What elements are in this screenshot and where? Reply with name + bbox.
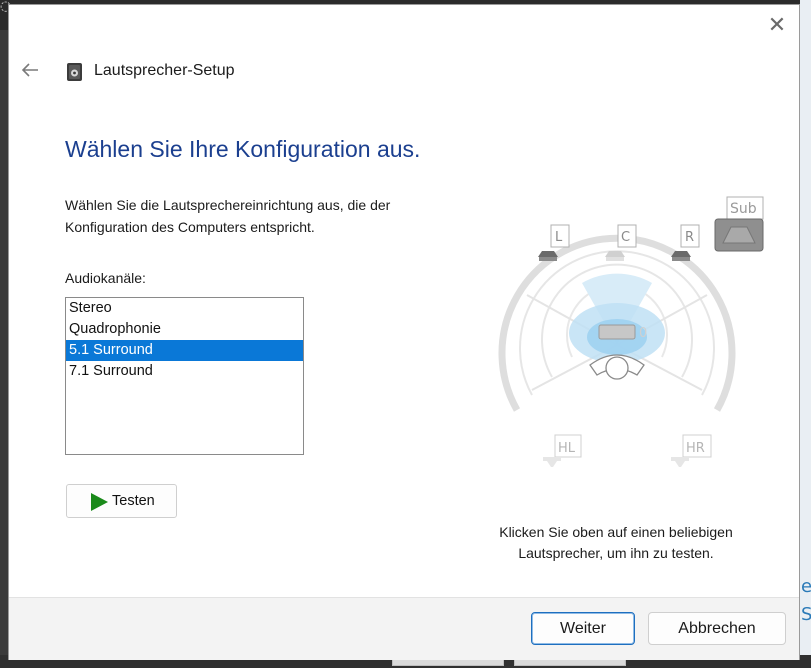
speaker-rear-left[interactable]: HL [543,434,582,467]
monitor-shape [598,324,636,340]
monitor-watermark: 0 [639,326,647,341]
next-button[interactable]: Weiter [531,612,635,645]
speaker-label-right: R [685,230,694,245]
audio-channels-label: Audiokanäle: [65,270,146,286]
speaker-rear-right[interactable]: HR [671,434,712,467]
back-arrow-icon[interactable] [19,59,41,81]
speaker-label-left: L [555,230,563,245]
channel-option-5-1-surround[interactable]: 5.1 Surround [66,340,303,361]
test-button[interactable]: Testen [66,484,177,518]
test-button-label: Testen [112,493,155,509]
cancel-button[interactable]: Abbrechen [648,612,786,645]
speaker-label-rear-left: HL [558,441,576,456]
edge-text-fragment: S [801,604,811,625]
speaker-label-rear-right: HR [686,441,705,456]
play-icon [91,493,108,511]
dialog-footer: Weiter Abbrechen [9,597,799,660]
edge-text-fragment: e [801,576,811,597]
channel-option-7-1-surround[interactable]: 7.1 Surround [66,361,303,382]
speaker-label-center: C [621,230,630,245]
window-title: Lautsprecher-Setup [94,62,235,79]
description-text: Wählen Sie die Lautsprechereinrichtung a… [65,197,391,235]
close-button[interactable]: ✕ [765,15,789,39]
speaker-front-right[interactable]: R [671,224,700,261]
speaker-icon [67,63,82,81]
speaker-front-center[interactable]: C [605,224,637,261]
test-hint-text: Klicken Sie oben auf einen beliebigen La… [499,524,733,561]
speaker-label-sub: Sub [730,201,757,217]
listener-head [605,356,629,380]
speaker-diagram: 0 L C R Sub HL HR [498,196,764,467]
background-right-strip: e S [800,0,811,668]
subwoofer[interactable]: Sub [714,196,764,252]
audio-channels-listbox[interactable]: Stereo Quadrophonie 5.1 Surround 7.1 Sur… [65,297,304,455]
channel-option-stereo[interactable]: Stereo [66,298,303,319]
speaker-setup-dialog: ✕ Lautsprecher-Setup Wählen Sie Ihre Kon… [8,4,800,660]
channel-option-quadrophonie[interactable]: Quadrophonie [66,319,303,340]
page-heading: Wählen Sie Ihre Konfiguration aus. [65,136,421,162]
speaker-front-left[interactable]: L [538,224,570,261]
close-icon: ✕ [767,13,787,38]
